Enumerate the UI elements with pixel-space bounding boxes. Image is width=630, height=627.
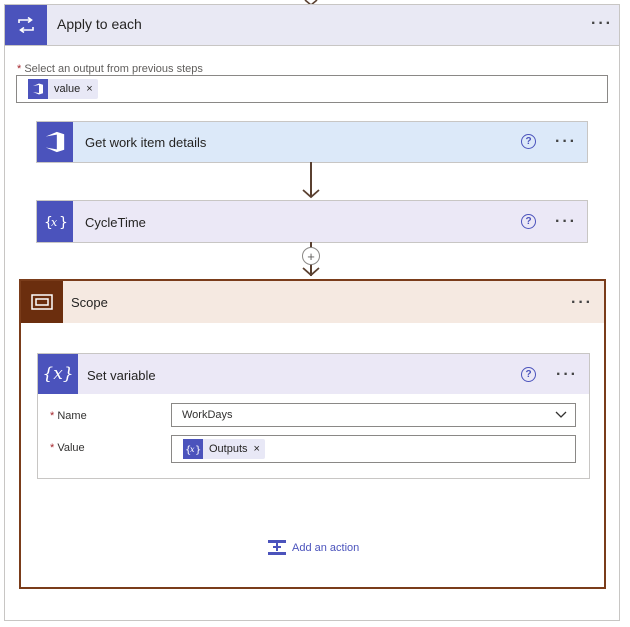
step-set-variable: {x} Set variable ? ··· * Name WorkDays *… bbox=[37, 353, 590, 479]
add-action-icon bbox=[268, 540, 286, 555]
loop-icon bbox=[5, 5, 47, 45]
svg-text:}: } bbox=[195, 445, 201, 455]
step-title: CycleTime bbox=[85, 215, 146, 230]
scope-header[interactable]: Scope ··· bbox=[21, 281, 604, 323]
expression-icon: { x } bbox=[37, 201, 73, 242]
devops-icon bbox=[37, 122, 73, 162]
connector-arrow-icon bbox=[302, 189, 320, 199]
step-more-button[interactable]: ··· bbox=[555, 134, 577, 150]
scope-more-button[interactable]: ··· bbox=[571, 295, 593, 311]
step-get-work-item-details[interactable]: Get work item details ? ··· bbox=[36, 121, 588, 163]
name-field-label: * Name bbox=[50, 410, 87, 422]
devops-icon bbox=[28, 79, 48, 99]
value-token[interactable]: value × bbox=[28, 79, 98, 99]
help-icon[interactable]: ? bbox=[521, 214, 536, 229]
svg-text:x: x bbox=[51, 216, 58, 229]
step-title: Get work item details bbox=[85, 135, 207, 150]
outputs-token-remove-button[interactable]: × bbox=[254, 443, 265, 455]
variable-icon: {x} bbox=[38, 354, 78, 394]
name-dropdown[interactable]: WorkDays bbox=[171, 403, 576, 427]
outputs-token[interactable]: { x } Outputs × bbox=[183, 439, 265, 459]
help-icon[interactable]: ? bbox=[521, 367, 536, 382]
help-icon[interactable]: ? bbox=[521, 134, 536, 149]
apply-to-each-title: Apply to each bbox=[57, 16, 142, 32]
add-an-action-label: Add an action bbox=[292, 542, 360, 554]
value-field-label: * Value bbox=[50, 442, 85, 454]
select-output-input[interactable]: value × bbox=[16, 75, 608, 103]
select-output-label: * Select an output from previous steps bbox=[17, 63, 203, 75]
set-variable-more-button[interactable]: ··· bbox=[556, 367, 578, 383]
step-more-button[interactable]: ··· bbox=[555, 214, 577, 230]
scope-title: Scope bbox=[71, 295, 108, 310]
apply-to-each-header[interactable]: Apply to each ··· bbox=[4, 4, 620, 46]
set-variable-title: Set variable bbox=[87, 368, 156, 383]
name-dropdown-value: WorkDays bbox=[182, 409, 233, 421]
value-input[interactable]: { x } Outputs × bbox=[171, 435, 576, 463]
step-cycletime[interactable]: { x } CycleTime ? ··· bbox=[36, 200, 588, 243]
svg-text:}: } bbox=[59, 215, 67, 231]
chevron-down-icon bbox=[555, 411, 567, 418]
expression-icon: { x } bbox=[183, 439, 203, 459]
scope-icon bbox=[21, 281, 63, 323]
add-an-action-button[interactable]: Add an action bbox=[267, 539, 359, 557]
scope-container: Scope ··· {x} Set variable ? ··· * Name … bbox=[19, 279, 606, 589]
connector-arrow-icon bbox=[302, 267, 320, 277]
set-variable-header[interactable]: {x} Set variable ? ··· bbox=[38, 354, 589, 394]
flow-canvas: Apply to each ··· * Select an output fro… bbox=[0, 0, 630, 627]
insert-step-button[interactable]: + bbox=[302, 247, 320, 265]
value-token-remove-button[interactable]: × bbox=[86, 83, 97, 95]
apply-more-button[interactable]: ··· bbox=[591, 16, 613, 32]
